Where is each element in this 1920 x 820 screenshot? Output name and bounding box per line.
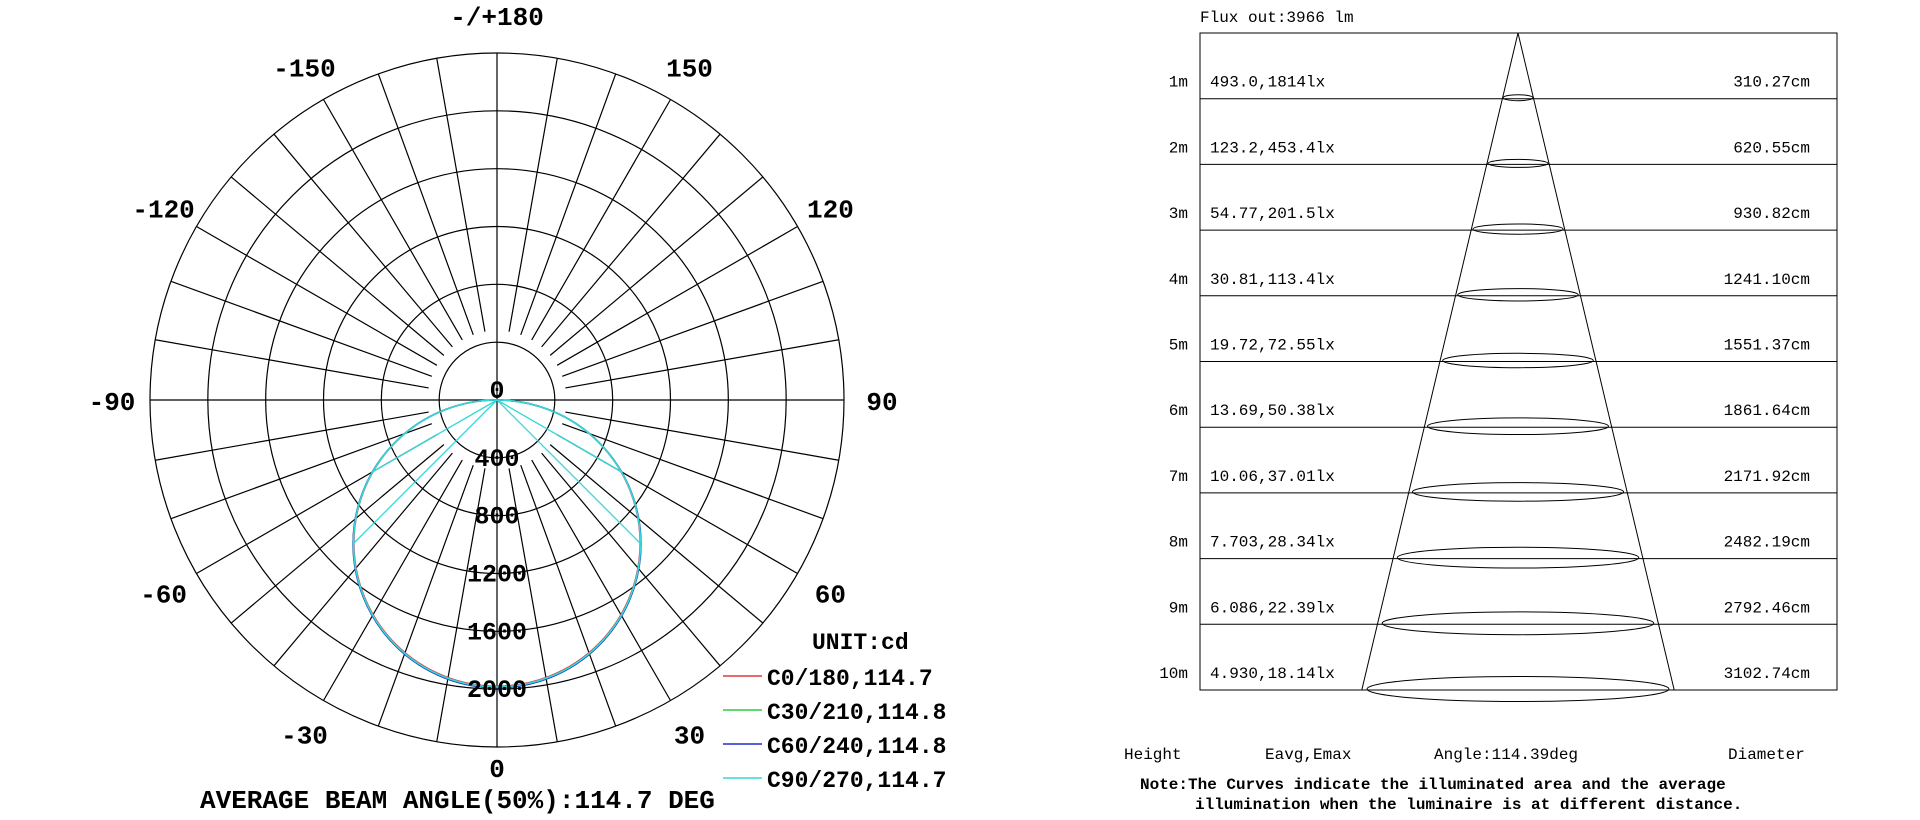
spoke-320 [273, 452, 453, 667]
spoke-210 [322, 99, 463, 341]
note-line-1: Note:The Curves indicate the illuminated… [1140, 776, 1726, 794]
polar-legend: UNIT:cd C0/180,114.7 C30/210,114.8 C60/240,… [723, 630, 946, 794]
cone-section-4 [1442, 352, 1594, 369]
spoke-30 [531, 459, 672, 701]
angle-label-9: -30 [281, 721, 328, 751]
cone-section-8 [1381, 611, 1655, 636]
row-diameter: 1551.37cm [1724, 337, 1810, 355]
row-diameter: 620.55cm [1733, 139, 1810, 157]
row-diameter: 2482.19cm [1724, 534, 1810, 552]
angle-label-4: 120 [807, 196, 854, 226]
footer-height: Height [1124, 746, 1182, 764]
spoke-40 [541, 452, 721, 667]
legend-entry-2: C60/240,114.8 [767, 734, 946, 760]
footer-angle: Angle:114.39deg [1434, 746, 1578, 764]
table-row: 3m 54.77,201.5lx 930.82cm [1169, 205, 1837, 231]
cone-section-0 [1502, 94, 1534, 102]
row-height-label: 10m [1159, 665, 1188, 683]
angle-label-7: -60 [140, 581, 187, 611]
spoke-150 [531, 99, 672, 341]
row-diameter: 1861.64cm [1724, 402, 1810, 420]
legend-entry-0: C0/180,114.7 [767, 666, 933, 692]
row-eavg-emax: 10.06,37.01lx [1210, 468, 1335, 486]
angle-label-5: -90 [89, 388, 136, 418]
radial-label-400: 400 [474, 445, 519, 474]
illuminance-cone-chart: Flux out:3966 lm 1m 493.0,1814lx 310.27cm 2… [1124, 9, 1838, 814]
polar-intensity-chart: -/+180 -150 150 -120 120 -90 90 -60 60 -30 30 0 0 400… [89, 3, 947, 816]
spoke-240 [196, 225, 438, 366]
spoke-50 [549, 444, 764, 624]
row-height-label: 3m [1169, 205, 1188, 223]
note-line-2: illumination when the luminaire is at di… [1195, 796, 1742, 814]
legend-entry-1: C30/210,114.8 [767, 700, 946, 726]
cone-section-1 [1487, 158, 1549, 168]
angle-label-3: -120 [132, 196, 194, 226]
row-diameter: 2792.46cm [1724, 599, 1810, 617]
legend-unit-label: UNIT:cd [812, 630, 909, 656]
flux-label: Flux out:3966 lm [1200, 9, 1354, 27]
angle-label-10: 30 [674, 721, 705, 751]
row-height-label: 4m [1169, 271, 1188, 289]
table-row: 5m 19.72,72.55lx 1551.37cm [1169, 337, 1837, 362]
chart-title: AVERAGE BEAM ANGLE(50%):114.7 DEG [200, 786, 715, 816]
table-row: 8m 7.703,28.34lx 2482.19cm [1169, 534, 1837, 560]
row-diameter: 310.27cm [1733, 74, 1810, 92]
row-eavg-emax: 123.2,453.4lx [1210, 139, 1335, 157]
radial-label-800: 800 [474, 503, 519, 532]
photometric-sheet: -/+180 -150 150 -120 120 -90 90 -60 60 -30 30 0 0 400… [89, 3, 1838, 816]
footer-diameter: Diameter [1728, 746, 1805, 764]
spoke-330 [322, 459, 463, 701]
angle-label-1: -150 [273, 55, 335, 85]
cone-section-7 [1396, 546, 1640, 569]
footer-eavg-emax: Eavg,Emax [1265, 746, 1351, 764]
row-eavg-emax: 19.72,72.55lx [1210, 337, 1335, 355]
radial-label-2000: 2000 [467, 676, 527, 705]
beam-cone [1361, 32, 1675, 702]
legend-entry-3: C90/270,114.7 [767, 768, 946, 794]
angle-label-0: -/+180 [450, 3, 544, 33]
row-diameter: 1241.10cm [1724, 271, 1810, 289]
spoke-130 [549, 176, 764, 356]
table-row: 7m 10.06,37.01lx 2171.92cm [1169, 468, 1837, 494]
spoke-230 [230, 176, 445, 356]
row-eavg-emax: 4.930,18.14lx [1210, 665, 1335, 683]
cone-section-6 [1411, 482, 1625, 502]
illuminance-rows: 1m 493.0,1814lx 310.27cm 2m 123.2,453.4lx 620… [1159, 32, 1838, 691]
row-eavg-emax: 54.77,201.5lx [1210, 205, 1335, 223]
row-height-label: 2m [1169, 139, 1188, 157]
cone-section-3 [1457, 288, 1579, 302]
row-eavg-emax: 13.69,50.38lx [1210, 402, 1335, 420]
row-height-label: 6m [1169, 402, 1188, 420]
row-height-label: 1m [1169, 74, 1188, 92]
radial-label-1600: 1600 [467, 618, 527, 647]
cone-section-9 [1366, 676, 1670, 702]
angle-label-8: 60 [815, 581, 846, 611]
radial-label-1200: 1200 [467, 561, 527, 590]
table-row: 6m 13.69,50.38lx 1861.64cm [1169, 402, 1837, 428]
cone-section-2 [1472, 223, 1564, 235]
row-height-label: 8m [1169, 534, 1188, 552]
row-eavg-emax: 7.703,28.34lx [1210, 534, 1335, 552]
row-diameter: 2171.92cm [1724, 468, 1810, 486]
spoke-220 [273, 133, 453, 348]
spoke-310 [230, 444, 445, 624]
radial-label-0: 0 [489, 377, 504, 406]
row-eavg-emax: 6.086,22.39lx [1210, 599, 1335, 617]
row-height-label: 9m [1169, 599, 1188, 617]
spoke-120 [556, 225, 798, 366]
row-eavg-emax: 493.0,1814lx [1210, 74, 1325, 92]
angle-label-2: 150 [666, 55, 713, 85]
row-eavg-emax: 30.81,113.4lx [1210, 271, 1335, 289]
angle-label-11: 0 [489, 755, 505, 785]
row-diameter: 3102.74cm [1724, 665, 1810, 683]
angle-label-6: 90 [866, 388, 897, 418]
table-row: 10m 4.930,18.14lx 3102.74cm [1159, 665, 1837, 691]
row-diameter: 930.82cm [1733, 205, 1810, 223]
spoke-140 [541, 133, 721, 348]
row-height-label: 5m [1169, 337, 1188, 355]
table-row: 2m 123.2,453.4lx 620.55cm [1169, 139, 1837, 165]
row-height-label: 7m [1169, 468, 1188, 486]
table-row: 4m 30.81,113.4lx 1241.10cm [1169, 271, 1837, 297]
cone-section-5 [1427, 417, 1609, 436]
